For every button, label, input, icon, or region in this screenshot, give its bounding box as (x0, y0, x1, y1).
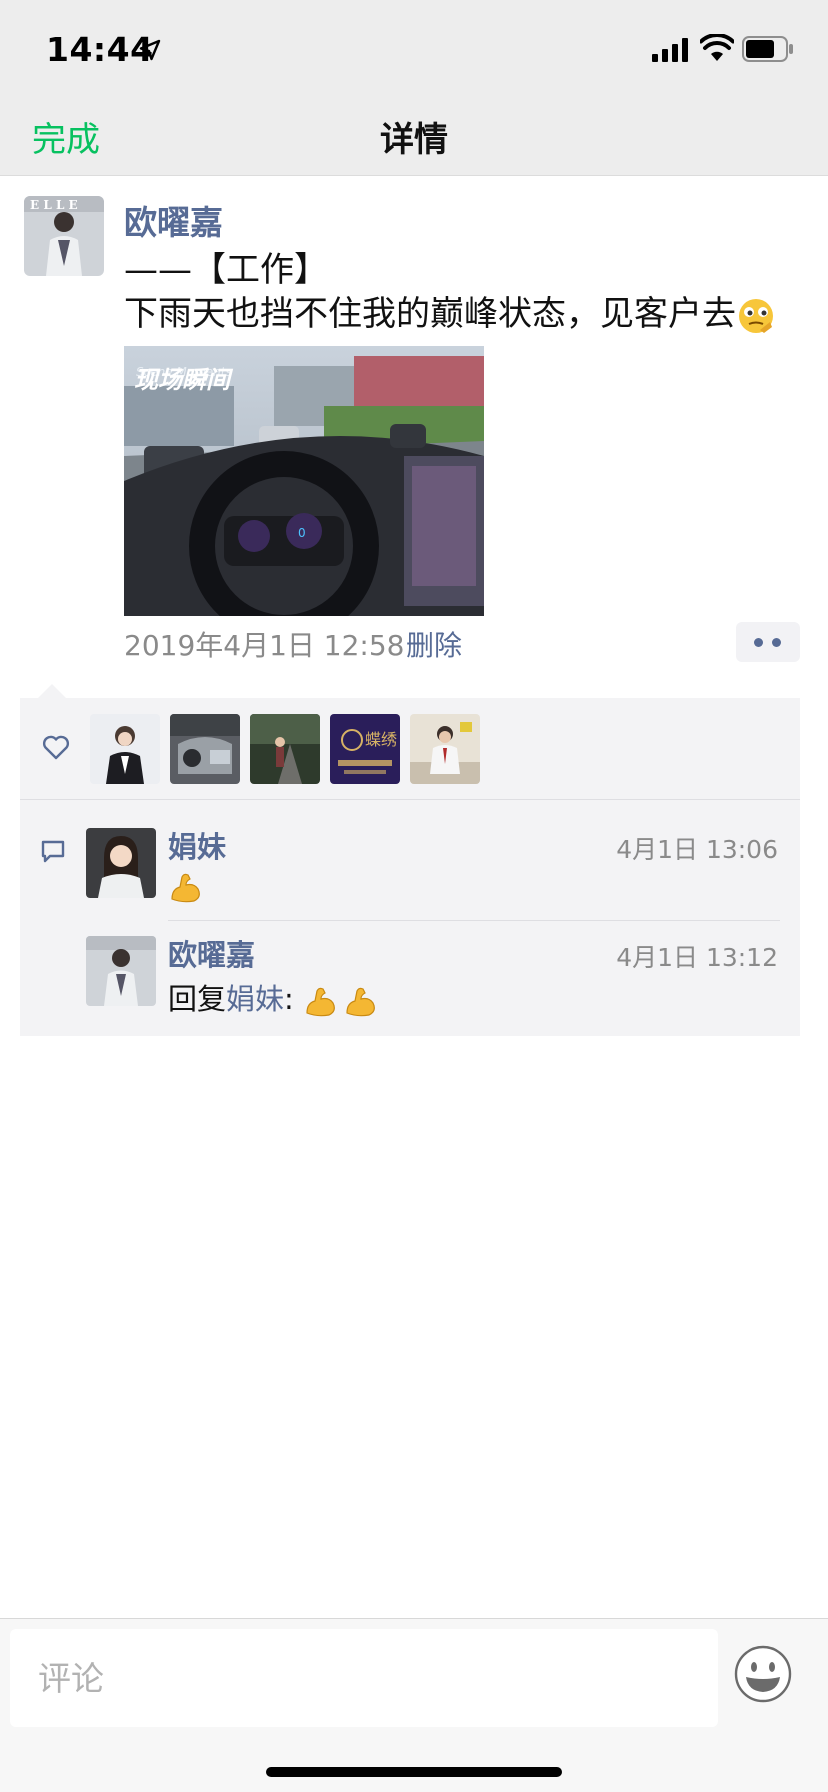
battery-icon (742, 36, 793, 62)
interaction-panel: 蝶绣 娟妹 4月1日 13:06 欧曜嘉 4月1日 13:12 回复娟妹: (20, 698, 800, 1036)
comment-author[interactable]: 欧曜嘉 (168, 932, 255, 974)
signal-icon (652, 38, 688, 62)
post-timestamp: 2019年4月1日 12:58 (124, 629, 405, 662)
comment-avatar[interactable] (86, 828, 156, 898)
flexed-biceps-emoji-icon (346, 987, 375, 1017)
more-dot-icon (754, 638, 763, 647)
like-avatar-5[interactable] (410, 714, 480, 784)
comment-time: 4月1日 13:06 (616, 835, 778, 864)
svg-text:0: 0 (298, 526, 306, 540)
status-bar: 14:44 (0, 0, 828, 100)
likes-row: 蝶绣 (20, 698, 800, 800)
more-dot-icon (772, 638, 781, 647)
location-arrow-icon (139, 39, 161, 61)
comment-icon (41, 840, 65, 863)
thinking-face-emoji-icon (739, 298, 773, 333)
emoji-face-icon[interactable] (734, 1645, 792, 1703)
heart-icon (42, 735, 70, 760)
wifi-icon (700, 34, 734, 61)
reply-target-name[interactable]: 娟妹 (226, 982, 284, 1016)
comment-divider (168, 920, 780, 921)
post-photo[interactable]: 0 Scene Moments 现场瞬间 (124, 346, 484, 616)
comment-body: 回复娟妹: (168, 976, 383, 1019)
flexed-biceps-emoji-icon (306, 987, 335, 1017)
home-indicator[interactable] (266, 1767, 562, 1777)
comment-author[interactable]: 娟妹 (168, 824, 226, 866)
post-author-name[interactable]: 欧曜嘉 (124, 196, 223, 244)
reply-colon: : (284, 982, 294, 1016)
like-avatar-1[interactable] (90, 714, 160, 784)
like-avatar-4[interactable]: 蝶绣 (330, 714, 400, 784)
more-actions-button[interactable] (736, 622, 800, 662)
comment-body (168, 868, 208, 905)
photo-overlay-text: 现场瞬间 (134, 366, 234, 394)
delete-button[interactable]: 删除 (406, 624, 462, 664)
comment-avatar[interactable] (86, 936, 156, 1006)
flexed-biceps-emoji-icon (171, 873, 200, 903)
like-avatar-3[interactable] (250, 714, 320, 784)
brand-avatar-text: 蝶绣 (365, 730, 397, 749)
post-text: ——【工作】 下雨天也挡不住我的巅峰状态，见客户去 (124, 248, 804, 336)
reply-prefix: 回复 (168, 982, 227, 1016)
comment-time: 4月1日 13:12 (616, 943, 778, 972)
svg-text:E L L E: E L L E (30, 198, 78, 212)
like-avatar-2[interactable] (170, 714, 240, 784)
post-text-line-1: ——【工作】 (124, 250, 328, 290)
post-text-line-2: 下雨天也挡不住我的巅峰状态，见客户去 (124, 292, 804, 336)
comment-input[interactable] (10, 1629, 718, 1727)
comment-bar (0, 1618, 828, 1792)
page-title: 详情 (380, 120, 448, 160)
post-author-avatar[interactable]: E L L E (24, 196, 104, 276)
panel-pointer (38, 684, 66, 698)
nav-bar: 完成 详情 (0, 100, 828, 176)
